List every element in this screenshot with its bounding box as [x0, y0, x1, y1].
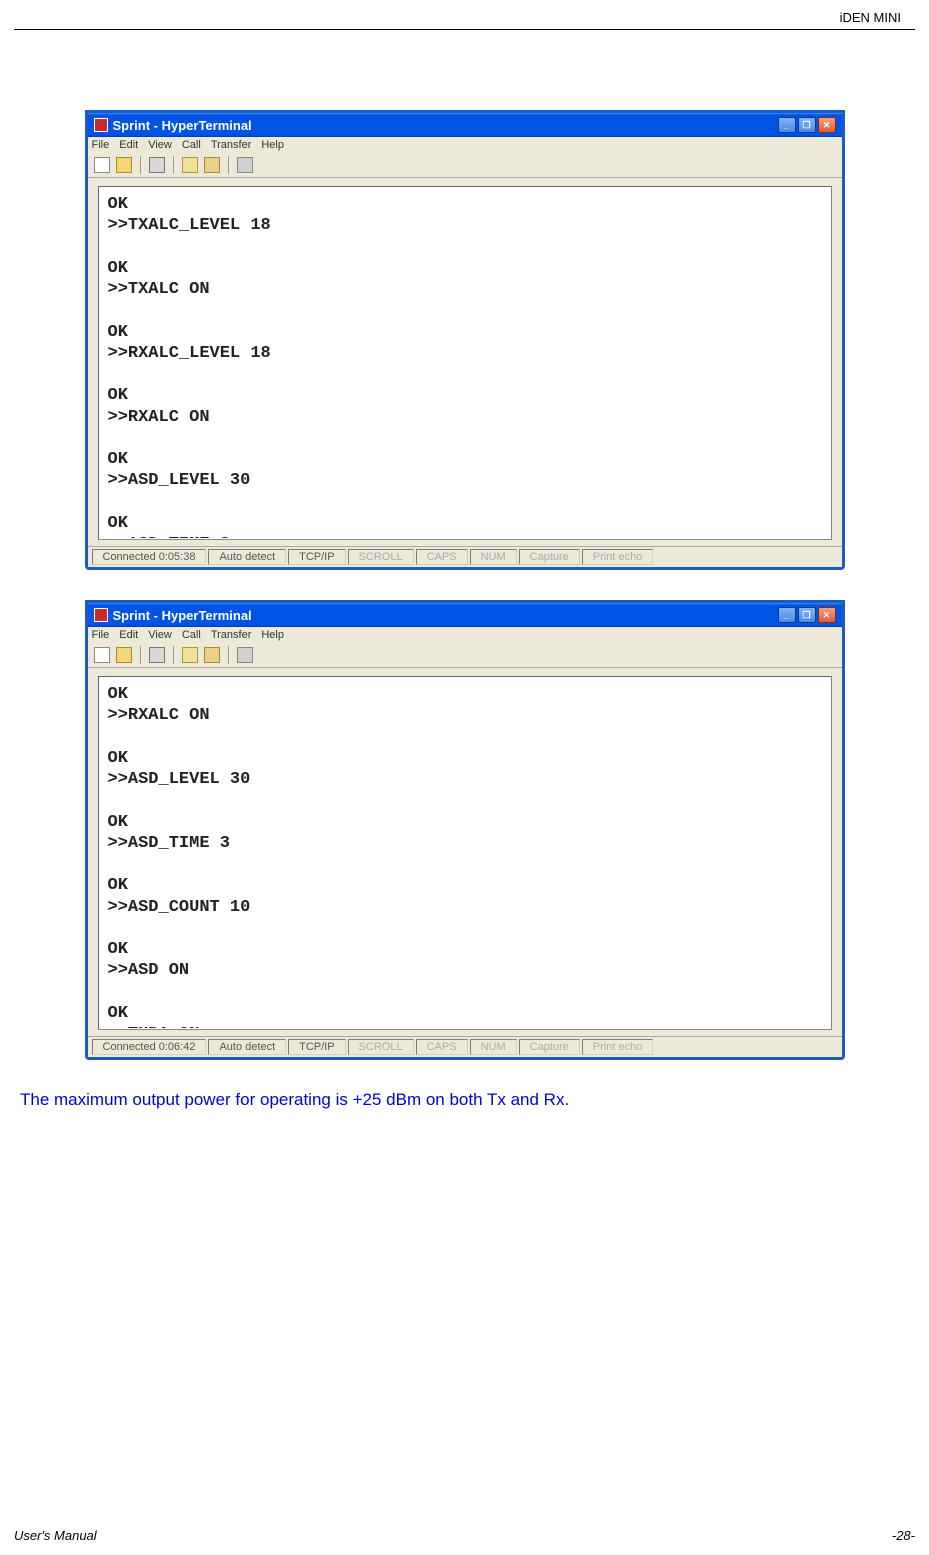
footer-manual: User's Manual — [14, 1528, 97, 1543]
terminal-container: OK >>TXALC_LEVEL 18 OK >>TXALC ON OK >>R… — [88, 178, 842, 546]
menu-help[interactable]: Help — [261, 139, 284, 151]
toolbar — [88, 153, 842, 178]
save-icon[interactable] — [149, 157, 165, 173]
window-title: Sprint - HyperTerminal — [113, 118, 252, 133]
status-connected: Connected 0:06:42 — [92, 1039, 207, 1055]
close-button[interactable]: ✕ — [818, 117, 836, 133]
titlebar-left: Sprint - HyperTerminal — [94, 608, 252, 623]
menu-call[interactable]: Call — [182, 629, 201, 641]
status-scroll: SCROLL — [348, 1039, 414, 1055]
page-header: iDEN MINI — [14, 0, 915, 30]
menu-transfer[interactable]: Transfer — [211, 629, 252, 641]
disconnect-icon[interactable] — [204, 157, 220, 173]
save-icon[interactable] — [149, 647, 165, 663]
app-icon — [94, 608, 108, 622]
minimize-button[interactable]: _ — [778, 117, 796, 133]
terminal-container: OK >>RXALC ON OK >>ASD_LEVEL 30 OK >>ASD… — [88, 668, 842, 1036]
terminal-output[interactable]: OK >>RXALC ON OK >>ASD_LEVEL 30 OK >>ASD… — [100, 678, 830, 1028]
status-protocol: TCP/IP — [288, 1039, 345, 1055]
status-printecho: Print echo — [582, 1039, 654, 1055]
status-scroll: SCROLL — [348, 549, 414, 565]
window-title: Sprint - HyperTerminal — [113, 608, 252, 623]
status-autodetect: Auto detect — [208, 549, 286, 565]
separator-icon — [173, 156, 174, 174]
caption: The maximum output power for operating i… — [20, 1090, 859, 1110]
call-icon[interactable] — [182, 647, 198, 663]
menu-file[interactable]: File — [92, 139, 110, 151]
separator-icon — [173, 646, 174, 664]
properties-icon[interactable] — [237, 157, 253, 173]
statusbar: Connected 0:05:38 Auto detect TCP/IP SCR… — [88, 546, 842, 567]
minimize-button[interactable]: _ — [778, 607, 796, 623]
status-num: NUM — [470, 1039, 517, 1055]
menu-view[interactable]: View — [148, 139, 172, 151]
separator-icon — [228, 156, 229, 174]
call-icon[interactable] — [182, 157, 198, 173]
toolbar — [88, 643, 842, 668]
open-icon[interactable] — [116, 647, 132, 663]
menu-call[interactable]: Call — [182, 139, 201, 151]
titlebar-left: Sprint - HyperTerminal — [94, 118, 252, 133]
status-connected: Connected 0:05:38 — [92, 549, 207, 565]
status-autodetect: Auto detect — [208, 1039, 286, 1055]
titlebar[interactable]: Sprint - HyperTerminal _ ❐ ✕ — [88, 113, 842, 137]
status-capture: Capture — [519, 1039, 580, 1055]
separator-icon — [140, 156, 141, 174]
status-printecho: Print echo — [582, 549, 654, 565]
app-icon — [94, 118, 108, 132]
open-icon[interactable] — [116, 157, 132, 173]
statusbar: Connected 0:06:42 Auto detect TCP/IP SCR… — [88, 1036, 842, 1057]
menu-edit[interactable]: Edit — [119, 139, 138, 151]
titlebar[interactable]: Sprint - HyperTerminal _ ❐ ✕ — [88, 603, 842, 627]
separator-icon — [140, 646, 141, 664]
close-button[interactable]: ✕ — [818, 607, 836, 623]
status-num: NUM — [470, 549, 517, 565]
page-footer: User's Manual -28- — [14, 1528, 915, 1543]
separator-icon — [228, 646, 229, 664]
new-icon[interactable] — [94, 157, 110, 173]
disconnect-icon[interactable] — [204, 647, 220, 663]
new-icon[interactable] — [94, 647, 110, 663]
hyperterminal-window-2: Sprint - HyperTerminal _ ❐ ✕ File Edit V… — [85, 600, 845, 1060]
terminal-frame: OK >>RXALC ON OK >>ASD_LEVEL 30 OK >>ASD… — [98, 676, 832, 1030]
page-content: Sprint - HyperTerminal _ ❐ ✕ File Edit V… — [0, 30, 929, 1110]
menu-transfer[interactable]: Transfer — [211, 139, 252, 151]
status-protocol: TCP/IP — [288, 549, 345, 565]
status-caps: CAPS — [416, 549, 468, 565]
menu-file[interactable]: File — [92, 629, 110, 641]
maximize-button[interactable]: ❐ — [798, 117, 816, 133]
window-controls: _ ❐ ✕ — [778, 117, 836, 133]
terminal-output[interactable]: OK >>TXALC_LEVEL 18 OK >>TXALC ON OK >>R… — [100, 188, 830, 538]
menu-view[interactable]: View — [148, 629, 172, 641]
hyperterminal-window-1: Sprint - HyperTerminal _ ❐ ✕ File Edit V… — [85, 110, 845, 570]
menubar: File Edit View Call Transfer Help — [88, 627, 842, 643]
properties-icon[interactable] — [237, 647, 253, 663]
menu-edit[interactable]: Edit — [119, 629, 138, 641]
menubar: File Edit View Call Transfer Help — [88, 137, 842, 153]
status-caps: CAPS — [416, 1039, 468, 1055]
status-capture: Capture — [519, 549, 580, 565]
terminal-frame: OK >>TXALC_LEVEL 18 OK >>TXALC ON OK >>R… — [98, 186, 832, 540]
footer-page: -28- — [892, 1528, 915, 1543]
maximize-button[interactable]: ❐ — [798, 607, 816, 623]
product-name: iDEN MINI — [840, 10, 901, 25]
menu-help[interactable]: Help — [261, 629, 284, 641]
window-controls: _ ❐ ✕ — [778, 607, 836, 623]
